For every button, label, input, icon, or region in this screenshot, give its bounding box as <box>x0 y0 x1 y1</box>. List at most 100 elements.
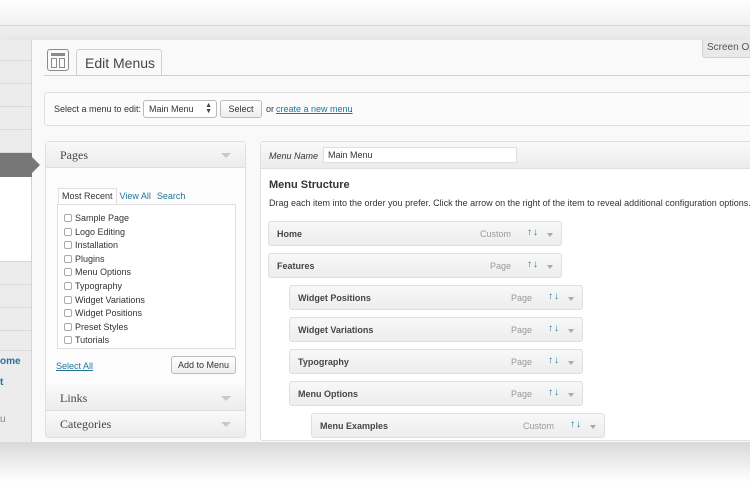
menu-item-type: Page <box>489 261 511 271</box>
tab-search[interactable]: Search <box>154 189 189 204</box>
menu-editor-header: Menu Name Main Menu <box>261 142 750 169</box>
tab-view-all[interactable]: View All <box>117 189 154 204</box>
caret-down-icon[interactable] <box>568 393 574 397</box>
select-button[interactable]: Select <box>220 100 262 118</box>
admin-menu-label[interactable]: ome <box>0 356 21 367</box>
accordion-title: Categories <box>60 417 112 431</box>
admin-menu-item-appearance[interactable] <box>0 153 40 177</box>
menu-item[interactable]: Menu Examples Custom ↑↓ <box>311 413 605 438</box>
tab-most-recent[interactable]: Most Recent <box>58 188 117 205</box>
list-item[interactable]: Installation <box>64 240 118 250</box>
page-label: Logo Editing <box>75 227 126 237</box>
menu-item-type: Page <box>510 293 532 303</box>
menu-structure-help: Drag each item into the order you prefer… <box>269 198 750 208</box>
list-item[interactable]: Plugins <box>64 254 105 264</box>
checkbox[interactable] <box>64 228 72 236</box>
menu-item-title: Widget Variations <box>298 325 374 335</box>
move-arrows-icon[interactable]: ↑↓ <box>570 419 582 430</box>
bottom-backdrop <box>0 442 750 500</box>
select-all-link[interactable]: Select All <box>56 361 93 371</box>
select-menu-label: Select a menu to edit: <box>54 104 142 114</box>
menu-item-type: Page <box>510 325 532 335</box>
caret-down-icon[interactable] <box>568 361 574 365</box>
checkbox[interactable] <box>64 214 72 222</box>
screen-options-button[interactable]: Screen Opt <box>702 40 750 58</box>
list-item[interactable]: Preset Styles <box>64 322 128 332</box>
admin-menu-item[interactable] <box>0 40 31 61</box>
menu-item[interactable]: Widget Positions Page ↑↓ <box>289 285 583 310</box>
admin-menu-item[interactable] <box>0 308 31 331</box>
admin-menu-item[interactable] <box>0 84 31 107</box>
admin-sidebar: ome t u <box>0 40 40 442</box>
checkbox[interactable] <box>64 309 72 317</box>
menu-item[interactable]: Widget Variations Page ↑↓ <box>289 317 583 342</box>
period-text: . <box>350 104 353 114</box>
caret-down-icon[interactable] <box>547 265 553 269</box>
menu-item[interactable]: Typography Page ↑↓ <box>289 349 583 374</box>
up-down-arrows-icon: ▲ ▼ <box>205 102 212 115</box>
or-text: or <box>266 104 275 114</box>
page-label: Installation <box>75 240 119 250</box>
menu-select-value: Main Menu <box>149 104 194 114</box>
admin-menu-label[interactable]: t <box>0 377 3 388</box>
menu-item-type: Custom <box>522 421 554 431</box>
list-item[interactable]: Widget Variations <box>64 295 145 305</box>
move-arrows-icon[interactable]: ↑↓ <box>548 387 560 398</box>
add-to-menu-button[interactable]: Add to Menu <box>171 356 236 374</box>
move-arrows-icon[interactable]: ↑↓ <box>548 355 560 366</box>
list-item[interactable]: Logo Editing <box>64 227 125 237</box>
menu-item-type: Custom <box>479 229 511 239</box>
accordion-title: Pages <box>60 148 88 162</box>
create-menu-link[interactable]: create a new menu <box>276 104 353 114</box>
checkbox[interactable] <box>64 255 72 263</box>
page-label: Typography <box>75 281 123 291</box>
caret-down-icon[interactable] <box>568 329 574 333</box>
accordion-categories-header[interactable]: Categories <box>46 411 245 437</box>
list-item[interactable]: Tutorials <box>64 335 109 345</box>
menu-structure-title: Menu Structure <box>269 179 350 191</box>
caret-down-icon <box>221 153 231 158</box>
menu-item-title: Menu Options <box>298 389 358 399</box>
admin-menu-label[interactable]: u <box>0 414 6 425</box>
caret-down-icon[interactable] <box>568 297 574 301</box>
move-arrows-icon[interactable]: ↑↓ <box>548 291 560 302</box>
list-item[interactable]: Widget Positions <box>64 308 142 318</box>
top-backdrop <box>0 0 750 26</box>
page-label: Sample Page <box>75 213 130 223</box>
menu-name-input[interactable]: Main Menu <box>323 147 517 163</box>
menu-item[interactable]: Features Page ↑↓ <box>268 253 562 278</box>
menu-item-title: Typography <box>298 357 349 367</box>
accordion-pages-header[interactable]: Pages <box>46 142 245 168</box>
menu-item[interactable]: Menu Options Page ↑↓ <box>289 381 583 406</box>
list-item[interactable]: Menu Options <box>64 267 131 277</box>
add-items-accordion: Pages Most Recent View All Search Sample P… <box>45 141 246 438</box>
admin-menu-item[interactable] <box>0 130 31 153</box>
admin-menu-item[interactable] <box>0 285 31 308</box>
move-arrows-icon[interactable]: ↑↓ <box>527 259 539 270</box>
admin-menu-item[interactable] <box>0 61 31 84</box>
menu-name-label: Menu Name <box>269 151 319 161</box>
tab-edit-menus[interactable]: Edit Menus <box>76 49 162 76</box>
checkbox[interactable] <box>64 296 72 304</box>
caret-down-icon[interactable] <box>547 233 553 237</box>
move-arrows-icon[interactable]: ↑↓ <box>527 227 539 238</box>
move-arrows-icon[interactable]: ↑↓ <box>548 323 560 334</box>
admin-menu-item[interactable] <box>0 262 31 285</box>
page-label: Preset Styles <box>75 322 129 332</box>
caret-down-icon[interactable] <box>590 425 596 429</box>
menu-item[interactable]: Home Custom ↑↓ <box>268 221 562 246</box>
checkbox[interactable] <box>64 282 72 290</box>
checkbox[interactable] <box>64 323 72 331</box>
admin-menu-item[interactable] <box>0 331 31 351</box>
accordion-links-header[interactable]: Links <box>46 385 245 411</box>
checkbox[interactable] <box>64 336 72 344</box>
menu-select[interactable]: Main Menu ▲ ▼ <box>143 100 217 118</box>
checkbox[interactable] <box>64 241 72 249</box>
menu-editor: Menu Name Main Menu Menu Structure Drag … <box>260 141 750 441</box>
checkbox[interactable] <box>64 268 72 276</box>
list-item[interactable]: Typography <box>64 281 122 291</box>
page-label: Widget Positions <box>75 308 143 318</box>
admin-menu-item[interactable] <box>0 107 31 130</box>
list-item[interactable]: Sample Page <box>64 213 129 223</box>
caret-down-icon <box>221 396 231 401</box>
